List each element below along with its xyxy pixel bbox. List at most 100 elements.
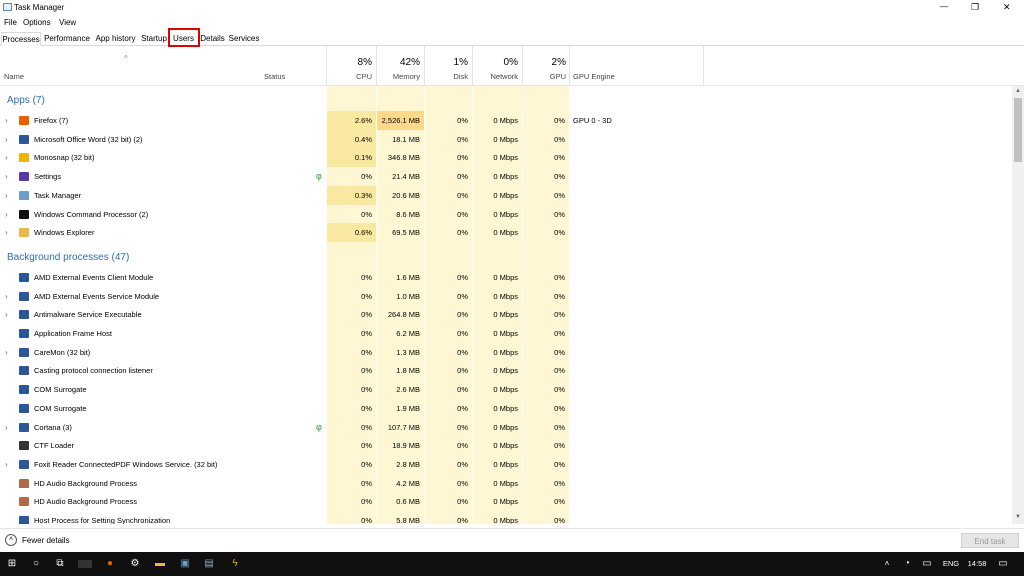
process-row[interactable]: › Antimalware Service Executable 0% 264.8 M… [0,305,1012,324]
scroll-down-icon[interactable]: ▼ [1015,514,1021,520]
cell-net: 0 Mbps [493,228,518,238]
expand-chevron-icon[interactable]: › [5,148,8,167]
tab-services[interactable]: Services [227,32,261,46]
expand-chevron-icon[interactable]: › [5,287,8,306]
process-row[interactable]: › Foxit Reader ConnectedPDF Windows Servi… [0,455,1012,474]
process-row[interactable]: › AMD External Events Service Module 0% 1.0… [0,287,1012,306]
process-row[interactable]: › CareMon (32 bit) 0% 1.3 MB 0% 0 Mbps 0% [0,343,1012,362]
sort-arrow-icon: ^ [124,54,128,63]
expand-chevron-icon[interactable]: › [5,343,8,362]
process-row[interactable]: › Cortana (3) φ 0% 107.7 MB 0% 0 Mbps 0% [0,418,1012,437]
settings-icon[interactable]: ⚙ [128,557,142,571]
firefox-icon[interactable]: ● [103,557,117,571]
header-status[interactable]: Status [264,72,285,81]
process-row[interactable]: › Firefox (7) 2.6% 2,526.1 MB 0% 0 Mbps 0% GPU … [0,111,1012,130]
header-name[interactable]: Name [4,72,24,81]
process-row[interactable]: COM Surrogate 0% 2.6 MB 0% 0 Mbps 0% [0,380,1012,399]
tab-app-history[interactable]: App history [92,32,139,46]
header-cpu-pct[interactable]: 8% [327,57,372,68]
header-disk[interactable]: Disk [425,72,468,81]
search-icon[interactable]: ○ [29,557,43,571]
cell-gpu: 0% [554,310,565,320]
header-gpu-pct[interactable]: 2% [523,57,566,68]
file-explorer-icon[interactable]: ▬ [153,557,167,571]
menu-file[interactable]: File [4,18,17,27]
fewer-details-link[interactable]: Fewer details [22,536,70,545]
process-row[interactable]: › Windows Explorer 0.6% 69.5 MB 0% 0 Mbps 0% [0,223,1012,243]
language-label[interactable]: ENG [940,557,962,571]
header-network[interactable]: Network [473,72,518,81]
expand-chevron-icon[interactable]: › [5,186,8,205]
taskbar-app-icon[interactable] [78,560,92,568]
cell-disk: 0% [457,134,468,144]
cell-net: 0 Mbps [493,116,518,125]
header-memory[interactable]: Memory [377,72,420,81]
maximize-button[interactable]: ❐ [971,2,979,13]
header-gpu-engine[interactable]: GPU Engine [573,72,615,81]
process-row[interactable]: AMD External Events Client Module 0% 1.6 M… [0,268,1012,287]
close-button[interactable]: ✕ [1003,2,1011,13]
process-icon [19,153,29,163]
expand-chevron-icon[interactable]: › [5,418,8,437]
cell-disk: 0% [457,347,468,357]
process-row[interactable]: Application Frame Host 0% 6.2 MB 0% 0 Mbps 0% [0,324,1012,343]
scroll-thumb[interactable] [1014,98,1022,162]
header-memory-pct[interactable]: 42% [377,57,420,68]
header-disk-pct[interactable]: 1% [425,57,468,68]
process-row[interactable]: CTF Loader 0% 18.9 MB 0% 0 Mbps 0% [0,436,1012,455]
tray-arrow-icon[interactable]: ˄ [880,557,894,571]
notification-icon[interactable]: ▭ [996,557,1010,571]
process-name: AMD External Events Client Module [34,272,154,282]
tab-processes[interactable]: Processes [1,32,41,46]
battery-icon[interactable]: ▭ [920,557,934,571]
process-name: Firefox (7) [34,116,69,125]
process-name: CTF Loader [34,441,75,451]
scroll-up-icon[interactable]: ▲ [1015,88,1021,94]
process-row[interactable]: › Task Manager 0.3% 20.6 MB 0% 0 Mbps 0% [0,185,1012,205]
clock[interactable]: 14:58 [966,557,988,571]
process-row[interactable]: › Windows Command Processor (2) 0% 8.6 MB 0%… [0,205,1012,224]
process-row[interactable]: › Microsoft Office Word (32 bit) (2) 0.4% 1… [0,129,1012,149]
header-cpu[interactable]: CPU [327,72,372,81]
cell-net: 0 Mbps [493,459,518,469]
process-name: Monosnap (32 bit) [34,153,95,163]
fewer-details-icon[interactable]: ˄ [5,534,17,546]
expand-chevron-icon[interactable]: › [5,130,8,149]
tab-details[interactable]: Details [199,32,226,46]
cell-gpu: 0% [554,347,565,357]
windows-start-icon[interactable]: ⊞ [5,557,19,571]
network-icon[interactable]: ◔ [900,557,914,571]
end-task-button[interactable]: End task [961,533,1019,548]
menu-view[interactable]: View [59,18,76,27]
expand-chevron-icon[interactable]: › [5,205,8,224]
vertical-scrollbar[interactable]: ▲ ▼ [1012,86,1024,524]
cell-net: 0 Mbps [493,366,518,376]
tab-performance[interactable]: Performance [42,32,92,46]
menu-options[interactable]: Options [23,18,51,27]
window-title: Task Manager [14,3,65,12]
process-row[interactable]: HD Audio Background Process 0% 0.6 MB 0% 0 M… [0,492,1012,511]
cell-gpu: 0% [554,291,565,301]
tab-startup[interactable]: Startup [139,32,169,46]
process-row[interactable]: › Settings φ 0% 21.4 MB 0% 0 Mbps 0% [0,167,1012,186]
process-row[interactable]: › Monosnap (32 bit) 0.1% 346.8 MB 0% 0 Mbps 0% [0,148,1012,168]
expand-chevron-icon[interactable]: › [5,305,8,324]
expand-chevron-icon[interactable]: › [5,455,8,474]
monosnap-icon[interactable]: ϟ [228,557,242,571]
task-view-icon[interactable]: ⧉ [53,557,67,571]
process-icon [19,422,29,432]
minimize-button[interactable]: — [940,2,948,11]
expand-chevron-icon[interactable]: › [5,111,8,130]
process-row[interactable]: COM Surrogate 0% 1.9 MB 0% 0 Mbps 0% [0,399,1012,418]
cell-cpu: 0% [361,516,372,524]
task-manager-icon[interactable]: ▤ [202,557,216,571]
process-row[interactable]: HD Audio Background Process 0% 4.2 MB 0% 0 M… [0,474,1012,493]
header-network-pct[interactable]: 0% [473,57,518,68]
process-row[interactable]: Casting protocol connection listener 0% 1.… [0,361,1012,380]
cell-gpu: 0% [554,228,565,238]
process-row[interactable]: Host Process for Setting Synchronization… [0,511,1012,524]
expand-chevron-icon[interactable]: › [5,223,8,242]
header-gpu[interactable]: GPU [523,72,566,81]
word-icon[interactable]: ▣ [178,557,192,571]
expand-chevron-icon[interactable]: › [5,167,8,186]
